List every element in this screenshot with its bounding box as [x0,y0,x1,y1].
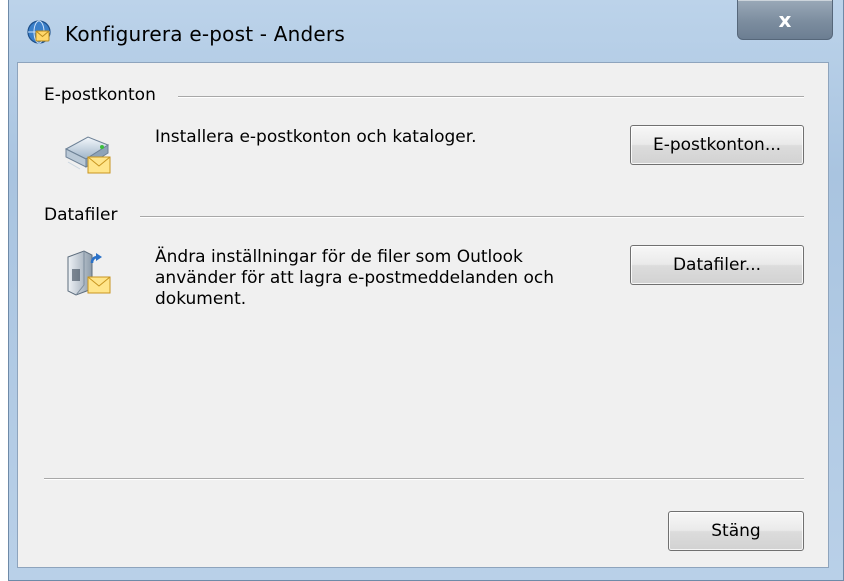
section-divider [178,96,804,98]
email-accounts-button[interactable]: E-postkonton... [630,125,804,165]
section-header-email-accounts: E-postkonton [44,85,156,105]
footer-divider [44,478,804,480]
data-files-description-line: Ändra inställningar för de filer som Out… [155,247,523,267]
title-bar[interactable]: Konfigurera e-post - Anders x [9,0,843,62]
data-files-button[interactable]: Datafiler... [630,245,804,285]
window-title: Konfigurera e-post - Anders [65,22,345,46]
dialog-client-area: E-postkonton Installera e-postkonton och… [17,62,829,568]
section-header-data-files: Datafiler [44,205,118,225]
email-accounts-description: Installera e-postkonton och kataloger. [155,127,477,147]
data-files-icon [67,250,111,296]
mail-setup-icon [27,20,51,44]
close-icon: x [778,7,792,32]
close-window-button[interactable]: x [737,0,833,40]
data-files-description-line: använder för att lagra e-postmeddelanden… [155,268,554,288]
mail-setup-dialog: Konfigurera e-post - Anders x E-postkont… [8,0,844,581]
section-divider [140,216,804,218]
email-accounts-icon [64,136,111,174]
data-files-description-line: dokument. [155,289,247,309]
close-button[interactable]: Stäng [668,511,804,551]
data-files-description: Ändra inställningar för de filer som Out… [155,247,554,310]
